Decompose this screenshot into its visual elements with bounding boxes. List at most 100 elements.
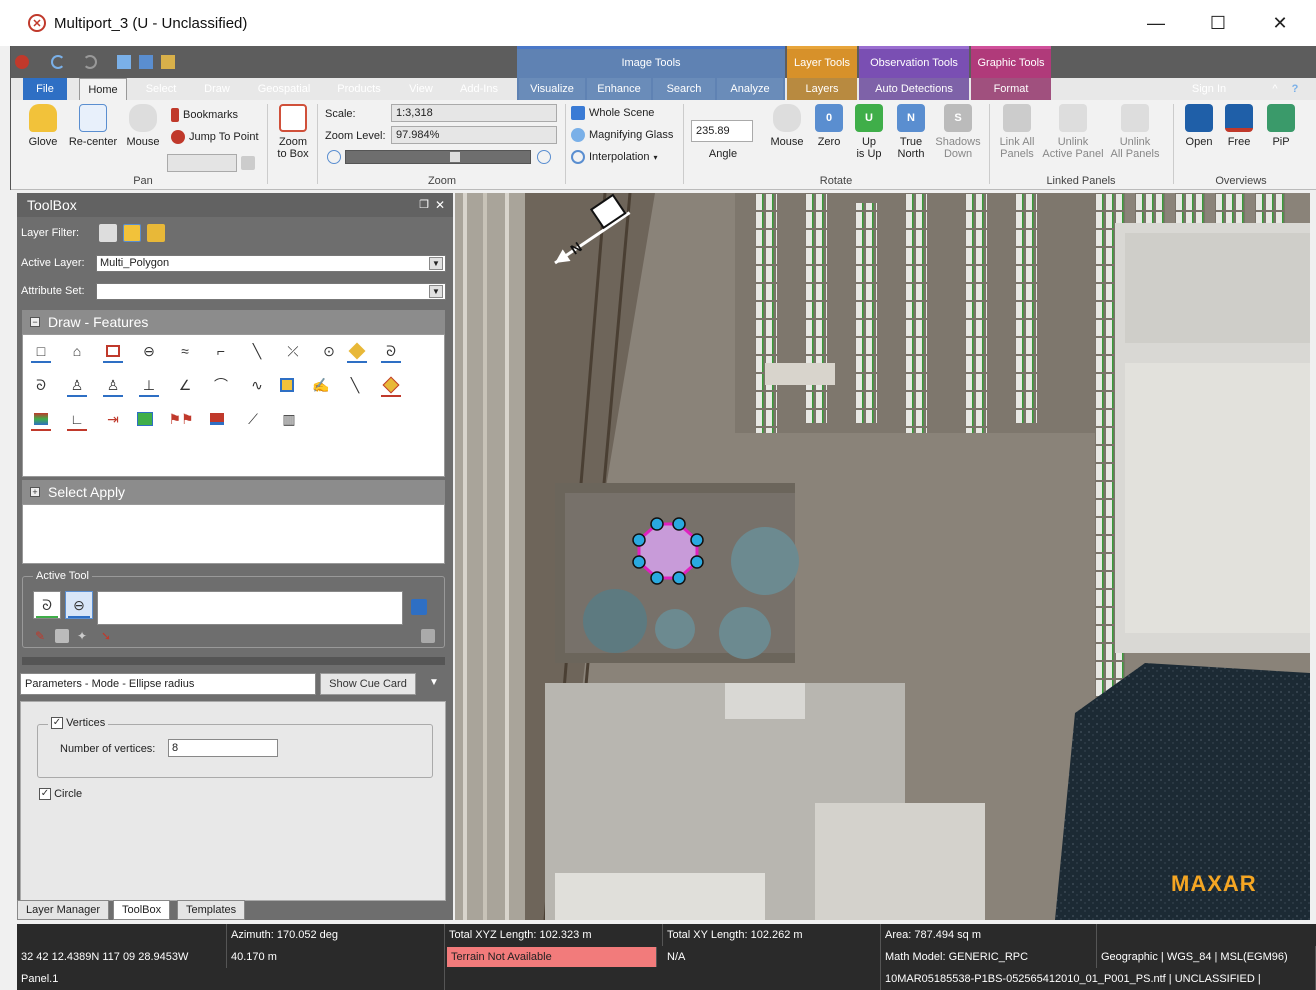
zoom-in-icon[interactable] [537,150,551,164]
collapse-ribbon-icon[interactable]: ^ [1267,78,1283,100]
show-cue-card-button[interactable]: Show Cue Card [320,673,416,695]
magnifying-glass-button[interactable]: Magnifying Glass [571,128,673,142]
ellipse-radius-active-icon[interactable]: ⊖ [65,591,93,619]
tab-visualize[interactable]: Visualize [519,78,585,100]
angle-tool-icon[interactable] [275,373,299,397]
tab-file[interactable]: File [23,78,67,100]
satellite-image[interactable] [455,193,1310,920]
glove-button[interactable]: Glove [25,104,61,148]
distance-tool-icon[interactable]: ⇥ [101,407,125,431]
minimize-button[interactable]: — [1126,0,1186,46]
active-layer-select[interactable]: Multi_Polygon ▼ [96,255,446,272]
zoom-level-combo[interactable]: 97.984% [391,126,557,144]
mouse-pan-button[interactable]: Mouse [123,104,163,148]
tab-templates[interactable]: Templates [177,900,246,920]
polyline-tool-icon[interactable]: ⌐ [209,339,233,363]
shadows-down-button[interactable]: S Shadows Down [933,104,983,160]
chevron-down-icon[interactable]: ▼ [429,677,439,688]
copy-icon[interactable] [55,629,69,643]
chevron-down-icon[interactable]: ▼ [429,257,443,270]
pip-button[interactable]: PiP [1261,104,1301,148]
rectangle-tool-icon[interactable]: □ [29,339,53,363]
tab-analyze[interactable]: Analyze [717,78,783,100]
tab-toolbox[interactable]: ToolBox [113,900,171,920]
drawn-polygon[interactable] [637,522,699,580]
freehand-tool-icon[interactable]: ≈ [173,339,197,363]
map-view[interactable]: N MAXAR [455,193,1310,920]
tab-enhance[interactable]: Enhance [587,78,651,100]
app-menu-icon[interactable] [15,55,29,69]
tab-view[interactable]: View [401,78,441,100]
bookmarks-button[interactable]: Bookmarks [171,108,238,122]
flag-text-tool-icon[interactable] [205,407,229,431]
multi-shape-tool-icon[interactable]: ᘐ [29,373,53,397]
jump-coordinate-input[interactable] [167,154,237,172]
diamond-tool-icon[interactable] [379,373,403,397]
cursor-icon[interactable]: ✦ [77,629,91,643]
filter-fill-icon[interactable] [147,224,165,242]
circle-checkbox[interactable]: ✓ [39,788,51,801]
link-all-panels-button[interactable]: Link All Panels [995,104,1039,160]
overview-free-button[interactable]: Free [1219,104,1259,148]
sign-in-link[interactable]: Sign In [1181,78,1237,100]
tab-format[interactable]: Format [971,78,1051,100]
paste-icon[interactable] [241,156,255,170]
whole-scene-button[interactable]: Whole Scene [571,106,654,120]
tab-auto-detections[interactable]: Auto Detections [859,78,969,100]
stack-tool-icon[interactable] [29,407,53,431]
active-tool-text-field[interactable] [97,591,403,625]
diagonal-tool-icon[interactable]: ╲ [343,373,367,397]
tab-select[interactable]: Select [139,78,183,100]
building-tool-icon[interactable]: ♙ [65,373,89,397]
jump-to-point-button[interactable]: Jump To Point [171,130,259,144]
tab-home[interactable]: Home [79,78,127,100]
tab-search[interactable]: Search [653,78,715,100]
attribute-set-select[interactable]: ▼ [96,283,446,300]
tab-add-ins[interactable]: Add-Ins [451,78,507,100]
expand-icon[interactable]: + [30,487,40,497]
flags-tool-icon[interactable]: ⚑⚑ [168,407,193,431]
rectangle-ellipse-tool-icon[interactable] [101,339,125,363]
up-is-up-button[interactable]: U Up is Up [849,104,889,160]
filter-type-icon[interactable] [99,224,117,242]
arc-tool-icon[interactable]: ⌒ [209,373,233,397]
vertices-checkbox-row[interactable]: ✓ Vertices [48,717,109,730]
multi-polygon-tool-icon[interactable]: ᘐ [379,339,403,363]
recenter-button[interactable]: Re-center [67,104,119,148]
unlink-active-panel-button[interactable]: Unlink Active Panel [1041,104,1105,160]
zero-button[interactable]: 0 Zero [811,104,847,148]
tools-icon[interactable] [161,55,175,69]
rotate-mouse-button[interactable]: Mouse [765,104,809,148]
close-button[interactable]: ✕ [1250,0,1310,46]
splitter[interactable] [22,657,445,665]
zoom-to-box-button[interactable]: Zoom to Box [273,104,313,160]
signature-tool-icon[interactable]: ✍ [309,373,333,397]
maximize-button[interactable]: ☐ [1188,0,1248,46]
overview-open-button[interactable]: Open [1179,104,1219,148]
zoom-out-icon[interactable] [327,150,341,164]
chevron-down-icon[interactable]: ▼ [429,285,443,298]
fill-tool-icon[interactable] [345,339,369,363]
save-icon[interactable] [411,599,427,615]
collapse-icon[interactable]: − [30,317,40,327]
tab-products[interactable]: Products [329,78,389,100]
interpolation-button[interactable]: Interpolation ▾ [571,150,658,164]
scale-combo[interactable]: 1:3,318 [391,104,557,122]
link-tool-icon[interactable]: ➘ [101,629,115,643]
line-tool-icon[interactable]: ╲ [245,339,269,363]
unlink-all-panels-button[interactable]: Unlink All Panels [1107,104,1163,160]
bearing-tool-icon[interactable]: ∠ [173,373,197,397]
height-tool-icon[interactable]: ⊥ [137,373,161,397]
tab-layers[interactable]: Layers [787,78,857,100]
select-apply-header[interactable]: + Select Apply [22,480,445,504]
tab-layer-manager[interactable]: Layer Manager [17,900,109,920]
swath-tool-icon[interactable] [133,407,157,431]
building-height-tool-icon[interactable]: ♙ [101,373,125,397]
cross-line-tool-icon[interactable]: ⤫ [281,339,305,363]
building-grid-tool-icon[interactable]: ▥ [277,407,301,431]
curve-tool-icon[interactable]: ∿ [245,373,269,397]
pin-icon[interactable]: ✎ [35,629,49,643]
undo-icon[interactable] [51,55,65,69]
tab-geospatial[interactable]: Geospatial [251,78,317,100]
freeform-polygon-tool-icon[interactable]: ⌂ [65,339,89,363]
